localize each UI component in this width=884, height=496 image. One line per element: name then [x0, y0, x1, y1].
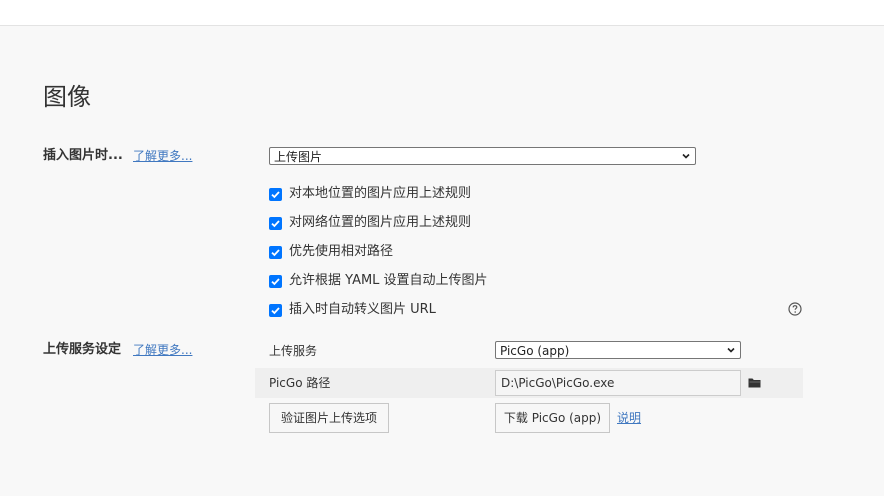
- checkbox-network-images[interactable]: [269, 216, 282, 230]
- explain-link[interactable]: 说明: [617, 409, 641, 427]
- checkmark-icon: [271, 248, 280, 256]
- checkbox-relative-path[interactable]: [269, 245, 282, 259]
- insert-image-section-label: 插入图片时...: [43, 148, 123, 163]
- option-escape-url[interactable]: 插入时自动转义图片 URL: [269, 301, 436, 319]
- upload-learn-more-link[interactable]: 了解更多...: [133, 341, 192, 359]
- insert-action-select-value: 上传图片: [274, 150, 323, 164]
- option-label: 对本地位置的图片应用上述规则: [289, 186, 472, 201]
- checkbox-yaml-auto-upload[interactable]: [269, 274, 282, 288]
- upload-service-label: 上传服务: [269, 344, 318, 358]
- option-network-images[interactable]: 对网络位置的图片应用上述规则: [269, 214, 471, 232]
- chevron-down-icon: [682, 153, 690, 159]
- picgo-path-input[interactable]: D:\PicGo\PicGo.exe: [495, 370, 741, 396]
- checkmark-icon: [271, 219, 280, 227]
- checkmark-icon: [271, 277, 280, 285]
- insert-learn-more-link[interactable]: 了解更多...: [133, 147, 192, 165]
- page-title: 图像: [43, 83, 91, 111]
- checkmark-icon: [271, 190, 280, 198]
- picgo-path-label: PicGo 路径: [269, 376, 331, 390]
- checkbox-escape-url[interactable]: [269, 303, 282, 317]
- folder-icon[interactable]: [748, 377, 761, 388]
- verify-upload-button[interactable]: 验证图片上传选项: [269, 403, 389, 433]
- option-label: 优先使用相对路径: [289, 244, 394, 259]
- question-circle-icon[interactable]: [788, 302, 802, 316]
- option-label: 允许根据 YAML 设置自动上传图片: [289, 273, 488, 288]
- upload-service-section-label: 上传服务设定: [43, 342, 122, 357]
- option-label: 插入时自动转义图片 URL: [289, 302, 436, 317]
- download-picgo-button[interactable]: 下载 PicGo (app): [495, 403, 610, 433]
- insert-action-select[interactable]: 上传图片: [269, 147, 696, 165]
- option-local-images[interactable]: 对本地位置的图片应用上述规则: [269, 185, 471, 203]
- top-bar: [0, 0, 884, 26]
- upload-service-select-value: PicGo (app): [500, 344, 570, 358]
- chevron-down-icon: [727, 347, 735, 353]
- upload-service-select[interactable]: PicGo (app): [495, 341, 741, 359]
- option-label: 对网络位置的图片应用上述规则: [289, 215, 472, 230]
- checkmark-icon: [271, 306, 280, 314]
- option-yaml-auto-upload[interactable]: 允许根据 YAML 设置自动上传图片: [269, 272, 488, 290]
- checkbox-local-images[interactable]: [269, 187, 282, 201]
- option-relative-path[interactable]: 优先使用相对路径: [269, 243, 393, 261]
